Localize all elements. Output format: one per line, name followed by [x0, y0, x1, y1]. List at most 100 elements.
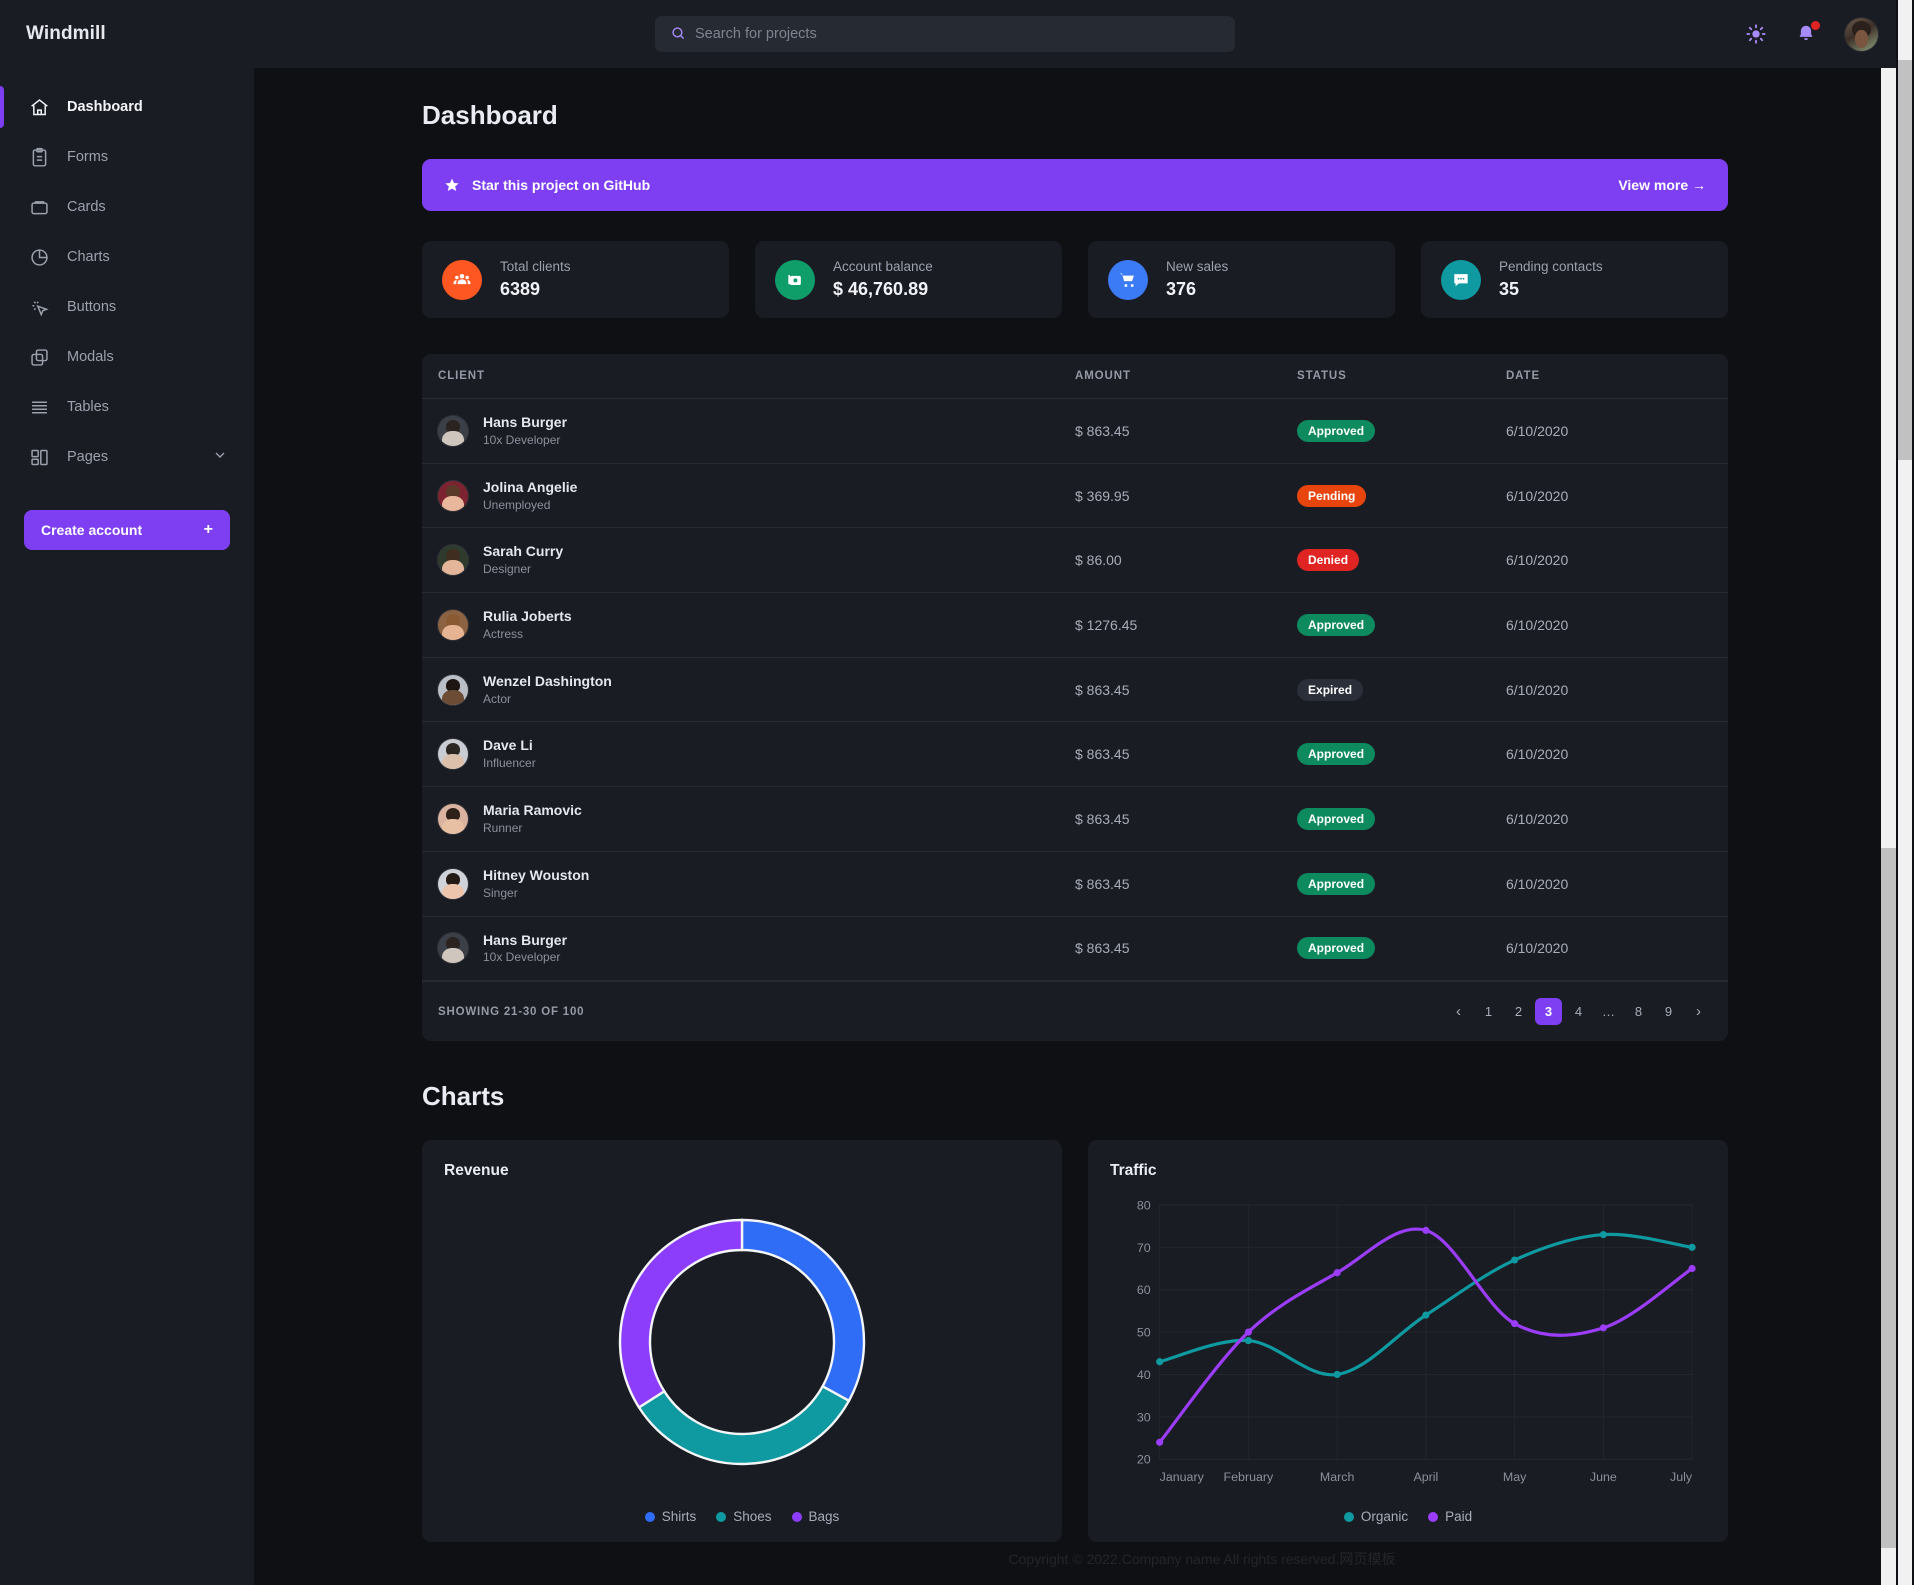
cell-client: Hans Burger 10x Developer	[422, 399, 1075, 464]
pagination-page-9[interactable]: 9	[1655, 998, 1682, 1025]
sidebar-item-pages[interactable]: Pages	[0, 432, 254, 482]
sidebar-item-charts[interactable]: Charts	[0, 232, 254, 282]
client-role: Actor	[483, 691, 512, 706]
status-badge: Approved	[1297, 743, 1376, 766]
status-badge: Approved	[1297, 937, 1376, 960]
legend-item: Bags	[791, 1509, 839, 1524]
table-row: Sarah Curry Designer $ 86.00 Denied 6/10/202…	[422, 528, 1728, 593]
legend-color-dot	[791, 1511, 802, 1522]
cell-client: Hitney Wouston Singer	[422, 851, 1075, 916]
stat-card-account-balance: Account balance $ 46,760.89	[755, 241, 1062, 318]
svg-text:March: March	[1320, 1470, 1355, 1484]
sidebar-item-modals[interactable]: Modals	[0, 332, 254, 382]
cell-status: Expired	[1297, 657, 1506, 722]
table-header-row: CLIENT AMOUNT STATUS DATE	[422, 354, 1728, 399]
sidebar-item-label: Forms	[67, 149, 109, 165]
avatar	[438, 415, 468, 446]
sidebar-item-cards[interactable]: Cards	[0, 182, 254, 232]
pagination-page-8[interactable]: 8	[1625, 998, 1652, 1025]
window-scrollbar[interactable]	[1896, 0, 1914, 1585]
content-scrollbar[interactable]	[1881, 68, 1896, 1585]
home-icon	[29, 97, 50, 118]
stat-label: Account balance	[833, 259, 933, 274]
star-icon	[445, 178, 459, 191]
client-name: Wenzel Dashington	[483, 672, 612, 689]
scroll-up-arrow-icon[interactable]	[1898, 46, 1912, 60]
cell-status: Approved	[1297, 593, 1506, 658]
pagination-prev-button[interactable]: ‹	[1445, 998, 1472, 1025]
sidebar-item-tables[interactable]: Tables	[0, 382, 254, 432]
sidebar-item-label: Tables	[67, 399, 109, 415]
pagination-page-2[interactable]: 2	[1505, 998, 1532, 1025]
sidebar-item-dashboard[interactable]: Dashboard	[0, 82, 254, 132]
data-point	[1688, 1243, 1696, 1252]
pagination-next-button[interactable]: ›	[1685, 998, 1712, 1025]
scroll-down-arrow-icon[interactable]	[1898, 1571, 1912, 1585]
github-banner[interactable]: Star this project on GitHub View more →	[422, 159, 1728, 211]
pagination-page-4[interactable]: 4	[1565, 998, 1592, 1025]
cell-date: 6/10/2020	[1505, 487, 1569, 504]
data-point	[1599, 1231, 1607, 1239]
banner-left: Star this project on GitHub	[444, 177, 650, 193]
theme-toggle-sun-icon[interactable]	[1745, 23, 1767, 45]
table-row: Hitney Wouston Singer $ 863.45 Approved 6/10…	[422, 851, 1728, 916]
donut-slice	[618, 1218, 744, 1410]
column-header-date: DATE	[1505, 354, 1728, 399]
pagination-page-1[interactable]: 1	[1475, 998, 1502, 1025]
banner-text: Star this project on GitHub	[472, 177, 651, 193]
notifications-bell-icon[interactable]	[1795, 21, 1820, 45]
content-scrollbar-thumb[interactable]	[1881, 848, 1896, 1548]
sidebar-item-label: Pages	[67, 449, 109, 465]
client-name: Hitney Wouston	[483, 866, 590, 883]
donut-svg	[618, 1218, 866, 1466]
stat-card-new-sales: New sales 376	[1088, 241, 1395, 318]
data-point	[1511, 1256, 1519, 1264]
pagination: ‹ 1 2 3 4… 8 9 ›	[1445, 998, 1712, 1026]
search-input[interactable]	[655, 16, 1235, 52]
pagination-page-3[interactable]: 3	[1535, 998, 1562, 1026]
sidebar-item-forms[interactable]: Forms	[0, 132, 254, 182]
avatar	[438, 803, 468, 834]
data-point	[1511, 1320, 1519, 1328]
sidebar-item-label: Charts	[67, 249, 110, 265]
cell-date: 6/10/2020	[1505, 875, 1569, 892]
svg-text:70: 70	[1137, 1241, 1151, 1255]
data-point	[1156, 1438, 1164, 1447]
avatar[interactable]	[1845, 17, 1878, 51]
cell-date: 6/10/2020	[1505, 810, 1569, 827]
footer-copyright: Copyright © 2022.Company name All rights…	[1008, 1551, 1396, 1567]
client-name: Sarah Curry	[483, 543, 564, 560]
brand-logo: Windmill	[26, 23, 106, 44]
chevron-down-icon[interactable]	[212, 447, 228, 467]
sidebar-item-buttons[interactable]: Buttons	[0, 282, 254, 332]
stat-text: Total clients 6389	[500, 259, 571, 300]
cell-date: 6/10/2020	[1505, 616, 1569, 633]
pagination-page-…[interactable]: …	[1595, 998, 1622, 1025]
create-account-button[interactable]: Create account +	[24, 510, 230, 550]
cursor-click-icon	[29, 297, 50, 318]
topbar	[0, 0, 1914, 68]
svg-text:May: May	[1503, 1470, 1527, 1484]
table-row: Hans Burger 10x Developer $ 863.45 Approved…	[422, 399, 1728, 464]
status-badge: Approved	[1297, 807, 1376, 830]
cell-status: Approved	[1297, 916, 1506, 981]
svg-text:80: 80	[1137, 1199, 1151, 1213]
cell-amount: $ 369.95	[1075, 487, 1130, 504]
status-badge: Approved	[1297, 872, 1376, 895]
donut-slice	[740, 1218, 866, 1403]
client-role: Actress	[483, 626, 524, 641]
client-name: Rulia Joberts	[483, 608, 572, 625]
stat-label: Total clients	[500, 259, 571, 274]
svg-text:July: July	[1670, 1470, 1693, 1484]
legend-label: Shoes	[733, 1509, 772, 1525]
avatar	[438, 545, 468, 576]
window-scrollbar-thumb[interactable]	[1898, 60, 1912, 460]
svg-text:60: 60	[1137, 1283, 1151, 1297]
cell-date: 6/10/2020	[1505, 940, 1569, 957]
sidebar-item-label: Cards	[67, 199, 106, 215]
stat-value: 376	[1166, 279, 1197, 299]
banner-view-more-link[interactable]: View more →	[1618, 177, 1706, 193]
svg-text:50: 50	[1137, 1326, 1151, 1340]
cell-date: 6/10/2020	[1505, 552, 1569, 569]
svg-text:April: April	[1413, 1470, 1438, 1484]
